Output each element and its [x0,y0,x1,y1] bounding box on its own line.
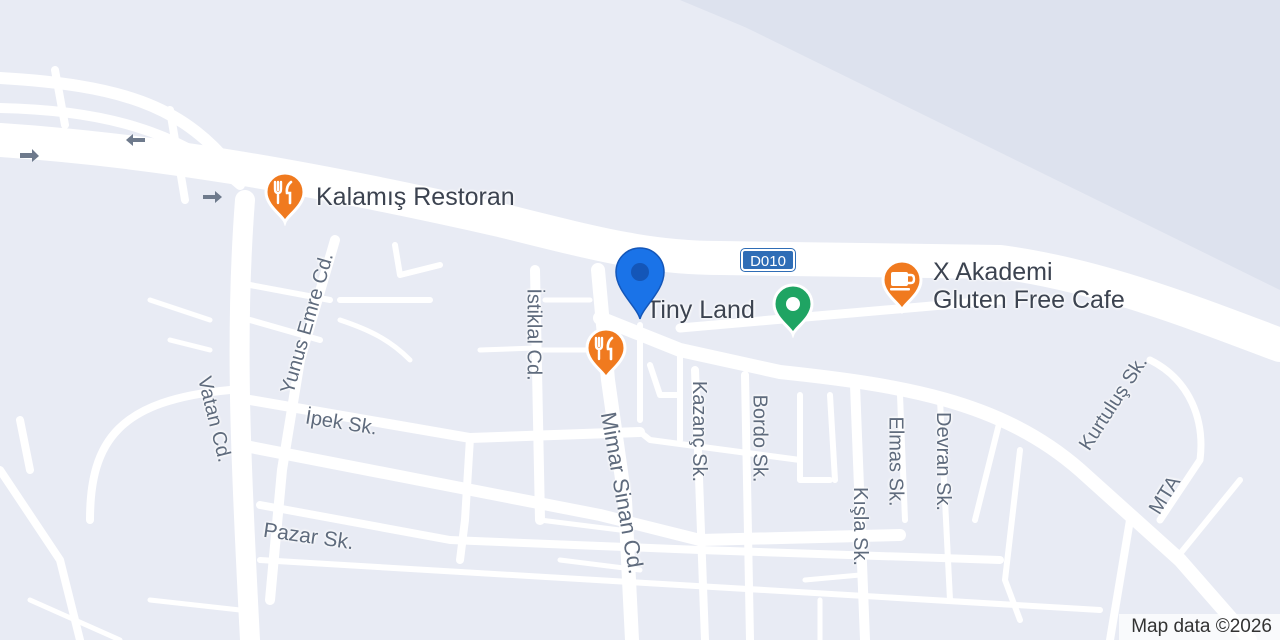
location-marker[interactable] [614,245,666,321]
connector-d [797,392,833,483]
street-label-istiklal: İstiklal Cd. [522,288,545,381]
restaurant-pin-2[interactable] [583,326,629,383]
street-label-kisla: Kışla Sk. [848,487,871,566]
connector-c [647,362,683,398]
street-label-elmas: Elmas Sk. [884,416,907,507]
coffee-cup-icon [881,259,923,315]
street-label-devran: Devran Sk. [931,412,954,511]
park-pin[interactable] [770,282,816,339]
vatan-road [229,190,260,640]
connector-b [637,429,803,463]
map-canvas[interactable]: Yunus Emre Cd. İstiklal Cd. Vatan Cd. İp… [0,0,1280,640]
cafe-pin[interactable] [879,258,925,315]
park-dot-icon [772,283,814,339]
side-road-b [1172,477,1243,563]
side-road-c [1002,447,1023,623]
poi-label-cafe-line1[interactable]: X Akademi [933,258,1053,286]
restaurant-pin[interactable] [262,170,308,227]
poi-label-cafe-line2[interactable]: Gluten Free Cafe [933,286,1125,314]
map-copyright: Map data ©2026 [1119,614,1280,640]
minor-streets-sw [27,597,243,640]
poi-label-kalamis[interactable]: Kalamış Restoran [316,183,515,211]
minor-streets-south-2 [802,572,863,640]
side-road-a [972,417,1003,523]
minor-streets-west [247,242,443,343]
arrow-right-icon-2 [203,191,222,203]
street-label-kazanc: Kazanç Sk. [688,380,711,483]
street-label-bordo: Bordo Sk. [748,394,771,483]
south-road-2 [257,557,1103,613]
connector-e [827,392,838,483]
route-shield-d010: D010 [741,249,795,271]
fork-knife-icon [264,171,306,227]
location-pin-icon [615,247,665,320]
fork-knife-icon [585,327,627,383]
